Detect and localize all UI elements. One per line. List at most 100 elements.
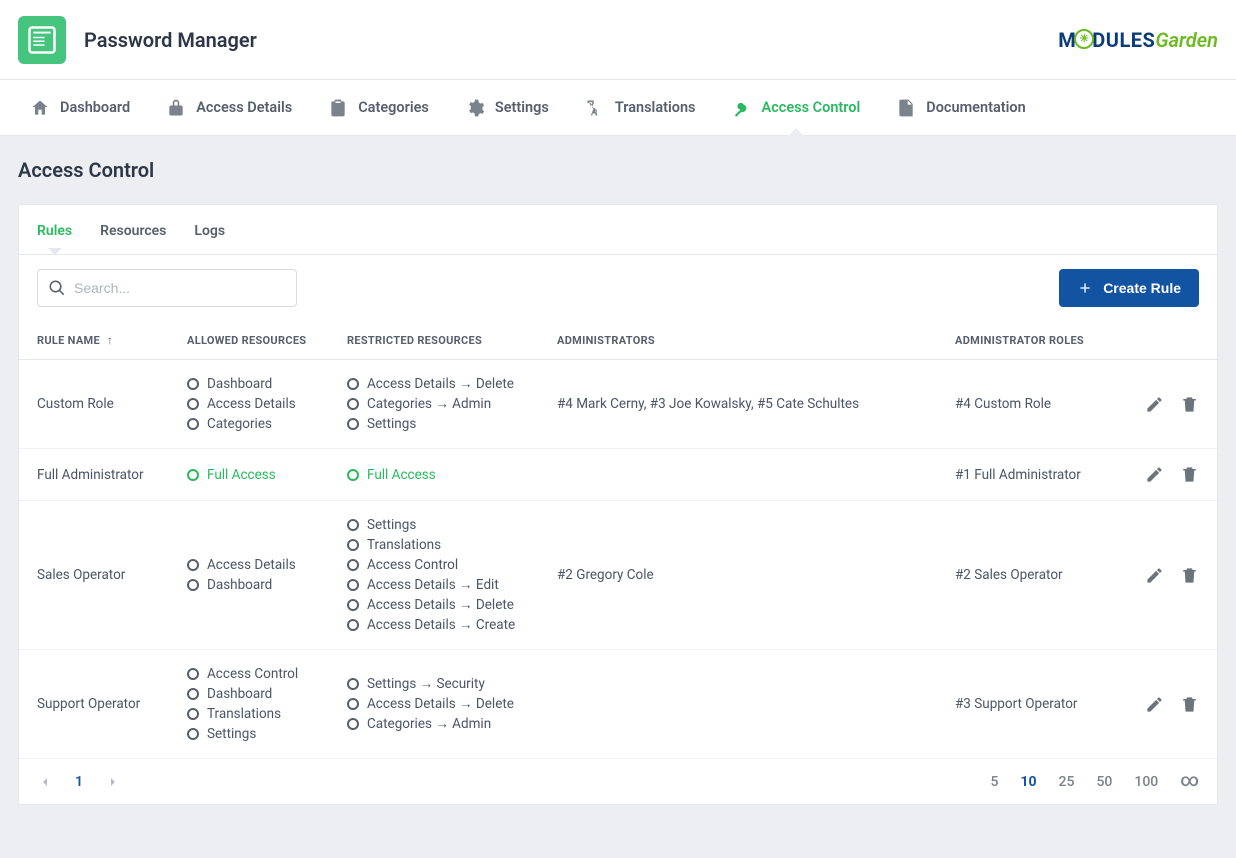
tab-rules[interactable]: Rules xyxy=(37,223,72,241)
resource-item: Settings → Security xyxy=(347,676,521,692)
edit-icon[interactable] xyxy=(1145,465,1164,484)
pager-left: 1 xyxy=(37,774,121,790)
cell-rule-name: Sales Operator xyxy=(19,501,169,650)
cell-restricted: Access Details → DeleteCategories → Admi… xyxy=(329,360,539,449)
create-rule-label: Create Rule xyxy=(1103,280,1181,296)
page-size-25[interactable]: 25 xyxy=(1059,774,1075,790)
home-icon xyxy=(30,98,50,118)
resource-label: Settings xyxy=(367,416,416,432)
cell-actions xyxy=(1127,650,1217,759)
cell-admins: #4 Mark Cerny, #3 Joe Kowalsky, #5 Cate … xyxy=(539,360,937,449)
resource-item: Access Details → Create xyxy=(347,617,521,633)
circle-icon xyxy=(347,469,359,481)
col-admins[interactable]: ADMINISTRATORS xyxy=(539,321,937,360)
rules-card: Rules Resources Logs Create Rule RULE NA… xyxy=(18,204,1218,805)
circle-icon xyxy=(347,678,359,690)
circle-icon xyxy=(187,688,199,700)
rules-table: RULE NAME ↑ ALLOWED RESOURCES RESTRICTED… xyxy=(19,321,1217,759)
toolbar: Create Rule xyxy=(19,255,1217,321)
edit-icon[interactable] xyxy=(1145,395,1164,414)
nav-label: Settings xyxy=(495,99,549,116)
nav-dashboard[interactable]: Dashboard xyxy=(12,80,148,135)
edit-icon[interactable] xyxy=(1145,566,1164,585)
circle-icon xyxy=(187,579,199,591)
tab-logs[interactable]: Logs xyxy=(194,223,225,241)
nav-label: Categories xyxy=(358,99,429,116)
cell-rule-name: Custom Role xyxy=(19,360,169,449)
resource-item: Categories xyxy=(187,416,311,432)
cell-restricted: Settings Translations Access Control Access… xyxy=(329,501,539,650)
nav-documentation[interactable]: Documentation xyxy=(878,80,1043,135)
delete-icon[interactable] xyxy=(1180,695,1199,714)
gear-icon xyxy=(465,98,485,118)
col-actions xyxy=(1127,321,1217,360)
resource-item: Dashboard xyxy=(187,376,311,392)
page-size-5[interactable]: 5 xyxy=(991,774,999,790)
resource-item: Access Control xyxy=(347,557,521,573)
col-label: RULE NAME xyxy=(37,334,100,347)
col-allowed[interactable]: ALLOWED RESOURCES xyxy=(169,321,329,360)
resource-label: Access Details → Edit xyxy=(367,577,499,593)
col-roles[interactable]: ADMINISTRATOR ROLES xyxy=(937,321,1127,360)
circle-icon xyxy=(187,469,199,481)
search-input[interactable] xyxy=(74,280,286,296)
delete-icon[interactable] xyxy=(1180,465,1199,484)
cell-actions xyxy=(1127,360,1217,449)
circle-icon xyxy=(187,418,199,430)
resource-item: Settings xyxy=(347,517,521,533)
circle-icon xyxy=(187,728,199,740)
resource-item: Translations xyxy=(187,706,311,722)
page-size-100[interactable]: 100 xyxy=(1134,774,1158,790)
document-icon xyxy=(896,98,916,118)
cell-restricted: Settings → Security Access Details → Dele… xyxy=(329,650,539,759)
delete-icon[interactable] xyxy=(1180,395,1199,414)
resource-item: Translations xyxy=(347,537,521,553)
resource-label: Translations xyxy=(207,706,281,722)
resource-label: Settings xyxy=(207,726,256,742)
edit-icon[interactable] xyxy=(1145,695,1164,714)
nav-label: Translations xyxy=(615,99,696,116)
nav-translations[interactable]: Translations xyxy=(567,80,714,135)
nav-access-control[interactable]: Access Control xyxy=(714,80,879,135)
search-box[interactable] xyxy=(37,269,297,307)
chevron-left-icon[interactable] xyxy=(37,774,53,790)
table-row: Full AdministratorFull AccessFull Access… xyxy=(19,449,1217,501)
chevron-right-icon[interactable] xyxy=(105,774,121,790)
resource-item: Access Details xyxy=(187,557,311,573)
resource-label: Access Details xyxy=(207,557,296,573)
circle-icon xyxy=(187,559,199,571)
cell-roles: #4 Custom Role xyxy=(937,360,1127,449)
cell-roles: #2 Sales Operator xyxy=(937,501,1127,650)
cell-allowed: Access Control Dashboard Translations Setti… xyxy=(169,650,329,759)
cell-rule-name: Support Operator xyxy=(19,650,169,759)
table-row: Support Operator Access Control Dashboard T… xyxy=(19,650,1217,759)
resource-item: Access Control xyxy=(187,666,311,682)
resource-label: Categories → Admin xyxy=(367,396,491,412)
globe-icon: ✳ xyxy=(1074,29,1094,49)
create-rule-button[interactable]: Create Rule xyxy=(1059,269,1199,307)
nav-categories[interactable]: Categories xyxy=(310,80,447,135)
resource-label: Dashboard xyxy=(207,686,272,702)
page-size-10[interactable]: 10 xyxy=(1020,774,1036,790)
nav-access-details[interactable]: Access Details xyxy=(148,80,310,135)
page-size-50[interactable]: 50 xyxy=(1096,774,1112,790)
nav-settings[interactable]: Settings xyxy=(447,80,567,135)
resource-item: Full Access xyxy=(347,467,521,483)
resource-label: Dashboard xyxy=(207,577,272,593)
resource-item: Access Details xyxy=(187,396,311,412)
col-rule-name[interactable]: RULE NAME ↑ xyxy=(19,321,169,360)
tab-resources[interactable]: Resources xyxy=(100,223,166,241)
col-restricted[interactable]: RESTRICTED RESOURCES xyxy=(329,321,539,360)
pager: 1 5 10 25 50 100 ∞ xyxy=(19,759,1217,804)
page-size-infinity[interactable]: ∞ xyxy=(1180,770,1199,791)
app-icon xyxy=(18,16,66,64)
cell-admins: #2 Gregory Cole xyxy=(539,501,937,650)
circle-icon xyxy=(187,708,199,720)
circle-icon xyxy=(347,579,359,591)
resource-label: Categories → Admin xyxy=(367,716,491,732)
resource-item: Access Details → Delete xyxy=(347,696,521,712)
page-number[interactable]: 1 xyxy=(75,774,83,790)
circle-icon xyxy=(347,378,359,390)
circle-icon xyxy=(347,519,359,531)
delete-icon[interactable] xyxy=(1180,566,1199,585)
